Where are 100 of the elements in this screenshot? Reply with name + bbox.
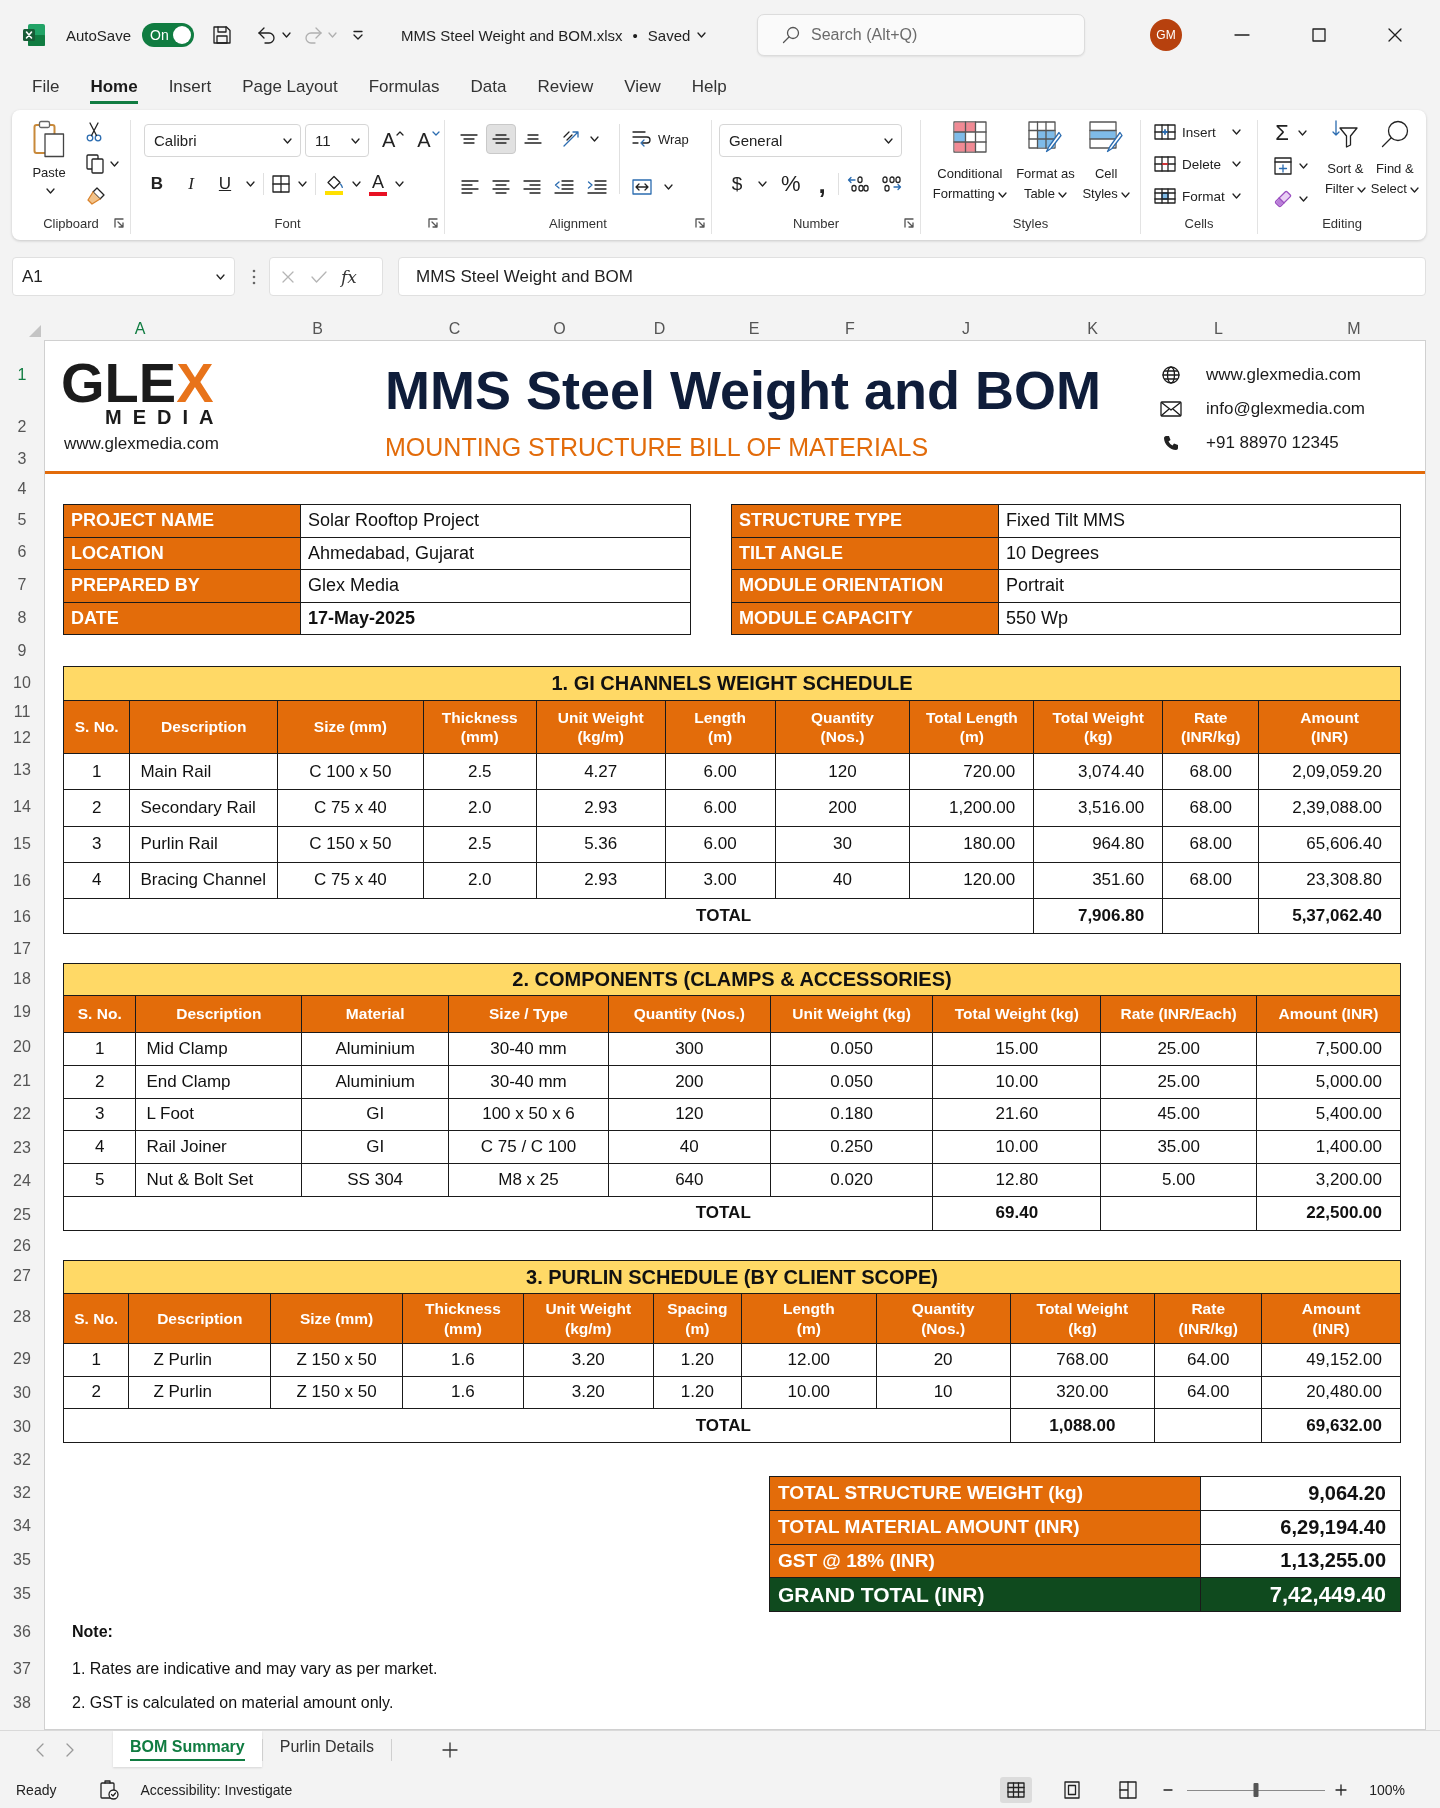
number-format-dropdown[interactable]: General bbox=[719, 124, 902, 157]
row-number[interactable]: 27 bbox=[0, 1260, 44, 1292]
paintbrush-icon[interactable] bbox=[86, 186, 106, 206]
caret-icon[interactable] bbox=[110, 161, 119, 167]
find-select-button[interactable]: Find & Select bbox=[1369, 120, 1420, 199]
zoom-in-icon[interactable] bbox=[1335, 1784, 1348, 1796]
arrow-left-decimal-icon[interactable] bbox=[846, 176, 869, 192]
dialog-launcher-icon[interactable] bbox=[904, 218, 914, 228]
align-middle-button[interactable] bbox=[486, 124, 516, 154]
menu-tab[interactable]: Data bbox=[470, 72, 507, 104]
column-letter[interactable]: L bbox=[1155, 317, 1282, 340]
row-number[interactable]: 26 bbox=[0, 1231, 44, 1260]
spreadsheet-app-icon[interactable] bbox=[22, 23, 46, 47]
borders-icon[interactable] bbox=[272, 175, 290, 193]
insert-function-button[interactable]: fx bbox=[341, 266, 357, 287]
row-number[interactable]: 34 bbox=[0, 1509, 44, 1543]
row-number[interactable]: 1 bbox=[0, 340, 44, 410]
sheet-tab[interactable]: BOM Summary bbox=[113, 1731, 262, 1767]
insert-cells-button[interactable]: Insert bbox=[1154, 124, 1241, 140]
menu-tab[interactable]: Page Layout bbox=[242, 72, 338, 104]
column-letter[interactable]: O bbox=[510, 317, 609, 340]
row-number[interactable]: 2 bbox=[0, 410, 44, 444]
plus-box-icon[interactable] bbox=[1274, 156, 1292, 175]
column-letter[interactable]: C bbox=[399, 317, 510, 340]
column-letter[interactable]: J bbox=[902, 317, 1030, 340]
row-number[interactable]: 35 bbox=[0, 1576, 44, 1612]
accessibility-status[interactable]: Accessibility: Investigate bbox=[140, 1782, 293, 1798]
dialog-launcher-icon[interactable] bbox=[428, 218, 438, 228]
row-number[interactable]: 16 bbox=[0, 900, 44, 934]
row-number[interactable]: 3 bbox=[0, 444, 44, 474]
dialog-launcher-icon[interactable] bbox=[114, 218, 124, 228]
caret-icon[interactable] bbox=[352, 181, 361, 187]
column-letter[interactable]: F bbox=[798, 317, 902, 340]
row-number[interactable]: 15 bbox=[0, 825, 44, 862]
caret-icon[interactable] bbox=[590, 136, 599, 142]
menu-tab[interactable]: View bbox=[624, 72, 661, 104]
add-sheet-icon[interactable] bbox=[441, 1741, 458, 1758]
decrease-indent-icon[interactable] bbox=[554, 180, 574, 194]
caret-icon[interactable] bbox=[246, 181, 255, 187]
italic-button[interactable]: I bbox=[178, 170, 204, 198]
currency-button[interactable]: $ bbox=[729, 173, 745, 195]
row-number[interactable]: 16 bbox=[0, 862, 44, 900]
row-number[interactable]: 28 bbox=[0, 1292, 44, 1341]
close-icon[interactable] bbox=[1388, 28, 1402, 42]
maximize-icon[interactable] bbox=[1312, 28, 1326, 42]
column-letter[interactable]: M bbox=[1282, 317, 1426, 340]
save-icon[interactable] bbox=[212, 25, 233, 45]
customize-toolbar-icon[interactable] bbox=[352, 30, 365, 40]
row-number[interactable]: 37 bbox=[0, 1652, 44, 1686]
menu-tab[interactable]: Insert bbox=[168, 72, 212, 104]
copy-icon[interactable] bbox=[86, 154, 104, 174]
row-number[interactable]: 29 bbox=[0, 1341, 44, 1376]
column-letter[interactable]: A bbox=[44, 317, 236, 340]
row-number[interactable]: 17 bbox=[0, 934, 44, 963]
paste-button[interactable]: Paste bbox=[24, 120, 74, 194]
undo-icon[interactable] bbox=[257, 26, 278, 44]
row-number[interactable]: 30 bbox=[0, 1376, 44, 1410]
row-number[interactable]: 23 bbox=[0, 1131, 44, 1164]
previous-sheet-icon[interactable] bbox=[36, 1742, 44, 1757]
row-number[interactable]: 18 bbox=[0, 963, 44, 994]
align-center-icon[interactable] bbox=[492, 180, 510, 194]
row-number[interactable]: 12 bbox=[0, 725, 44, 751]
name-box[interactable]: A1 bbox=[12, 257, 235, 296]
underline-button[interactable]: U bbox=[212, 170, 238, 198]
shrink-font-button[interactable]: A bbox=[417, 129, 440, 152]
row-number[interactable]: 32 bbox=[0, 1476, 44, 1509]
row-number[interactable]: 24 bbox=[0, 1164, 44, 1198]
row-number[interactable]: 30 bbox=[0, 1410, 44, 1443]
column-letter[interactable]: E bbox=[710, 317, 798, 340]
formula-field[interactable]: MMS Steel Weight and BOM bbox=[398, 257, 1426, 296]
arrow-right-decimal-icon[interactable] bbox=[879, 176, 902, 192]
clipboard-check-icon[interactable] bbox=[99, 1780, 120, 1800]
caret-icon[interactable] bbox=[664, 184, 673, 190]
font-name-dropdown[interactable]: Calibri bbox=[144, 124, 301, 157]
zoom-slider-thumb[interactable] bbox=[1253, 1783, 1259, 1797]
autosave-toggle[interactable]: On bbox=[142, 23, 195, 47]
cell-styles-button[interactable]: Cell Styles bbox=[1078, 121, 1134, 204]
format-as-table-button[interactable]: Format as Table bbox=[1012, 121, 1079, 204]
row-number[interactable]: 5 bbox=[0, 504, 44, 536]
caret-icon[interactable] bbox=[1298, 129, 1307, 136]
row-number[interactable]: 32 bbox=[0, 1443, 44, 1476]
merge-cells-icon[interactable] bbox=[632, 179, 652, 195]
row-number[interactable]: 7 bbox=[0, 568, 44, 601]
normal-view-button[interactable] bbox=[1000, 1777, 1033, 1803]
grow-font-button[interactable]: A bbox=[382, 129, 405, 152]
row-number[interactable]: 13 bbox=[0, 751, 44, 788]
row-number[interactable]: 35 bbox=[0, 1543, 44, 1576]
row-number[interactable]: 19 bbox=[0, 994, 44, 1030]
zoom-percentage[interactable]: 100% bbox=[1369, 1782, 1405, 1798]
next-sheet-icon[interactable] bbox=[66, 1742, 74, 1757]
row-number[interactable]: 20 bbox=[0, 1030, 44, 1064]
menu-tab[interactable]: Home bbox=[90, 72, 138, 104]
save-status-button[interactable]: Saved bbox=[647, 26, 707, 44]
sheet-tab[interactable]: Purlin Details bbox=[262, 1731, 391, 1767]
row-number[interactable]: 6 bbox=[0, 536, 44, 568]
fill-color-icon[interactable] bbox=[324, 173, 344, 195]
font-size-dropdown[interactable]: 11 bbox=[305, 124, 369, 157]
caret-icon[interactable] bbox=[395, 181, 404, 187]
autosum-button[interactable]: Σ bbox=[1274, 119, 1290, 146]
menu-tab[interactable]: Help bbox=[691, 72, 727, 104]
